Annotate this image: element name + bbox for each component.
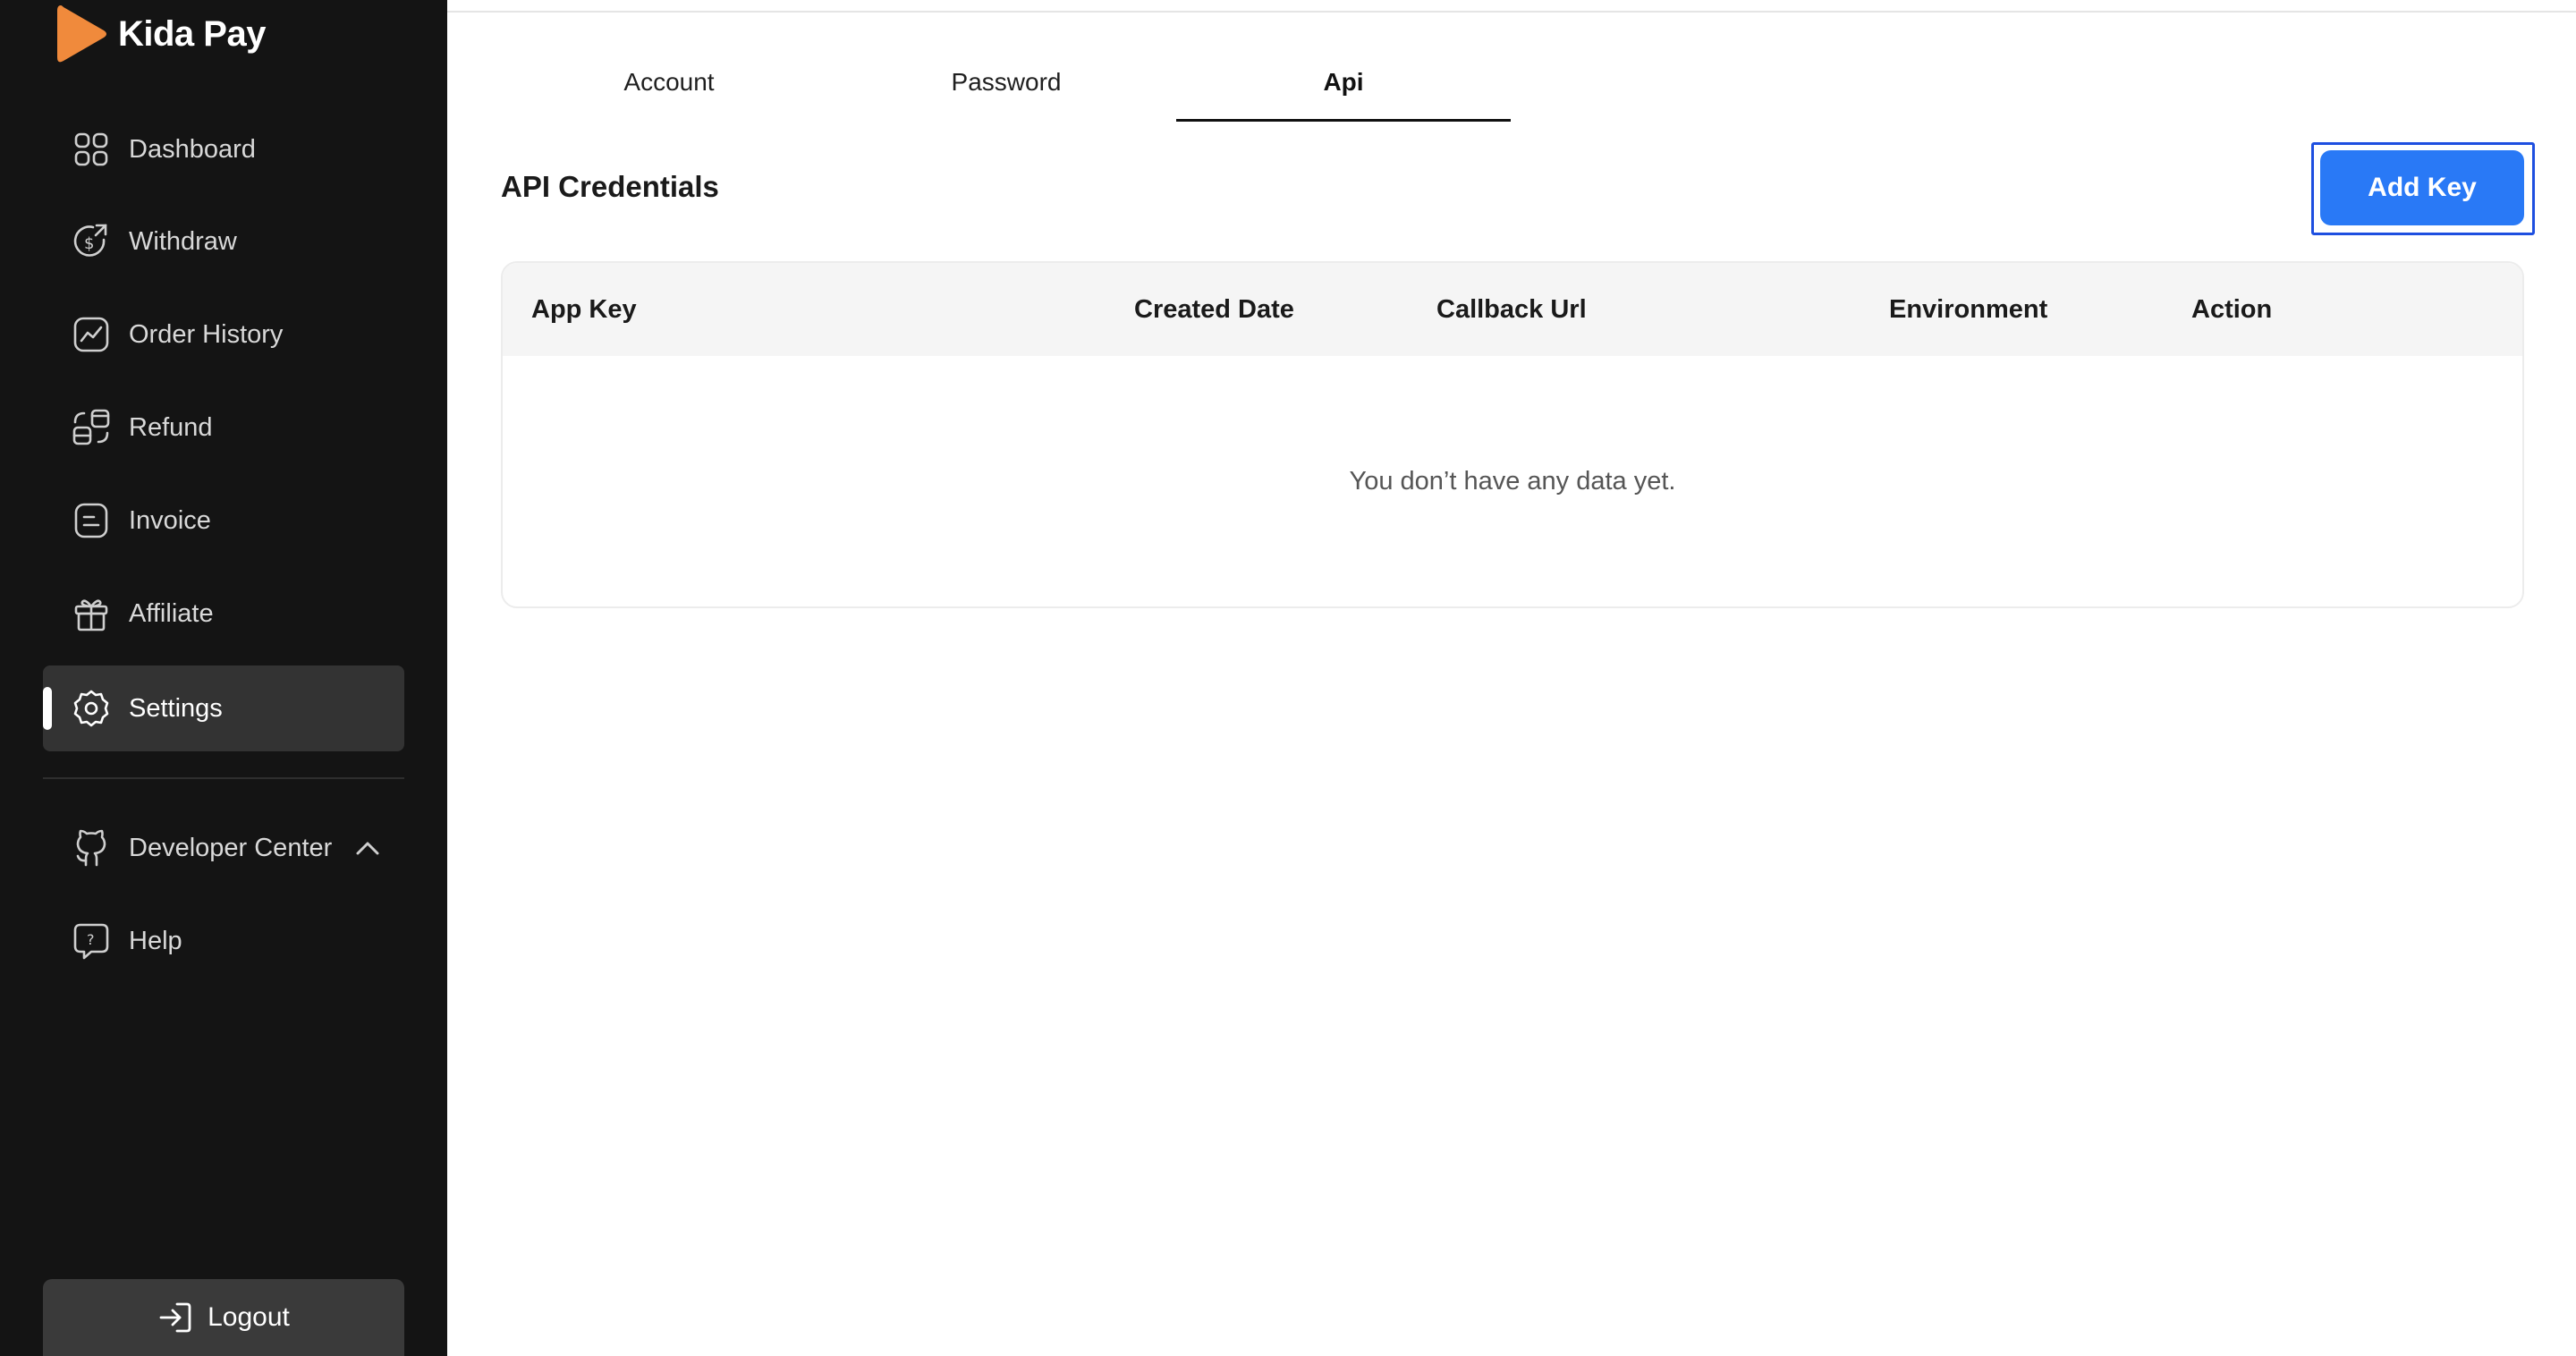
column-header-callback-url: Callback Url [1436, 294, 1587, 324]
svg-text:?: ? [87, 931, 95, 948]
sidebar-item-label: Affiliate [129, 598, 214, 628]
add-key-button[interactable]: Add Key [2320, 150, 2524, 225]
sidebar-item-withdraw[interactable]: $ Withdraw [43, 199, 404, 284]
sidebar-item-developer-center[interactable]: Developer Center [43, 805, 404, 891]
sidebar-item-label: Settings [129, 693, 223, 723]
page-title: API Credentials [501, 170, 719, 203]
kida-pay-logo-icon [57, 5, 106, 63]
sidebar-item-help[interactable]: ? Help [43, 898, 404, 984]
column-header-action: Action [2191, 294, 2273, 324]
tab-api[interactable]: Api [1176, 45, 1511, 122]
svg-text:$: $ [84, 234, 94, 253]
sidebar-item-settings[interactable]: Settings [43, 665, 404, 751]
dollar-arrow-icon: $ [70, 220, 113, 263]
tab-label: Password [951, 68, 1062, 96]
logout-label: Logout [208, 1302, 290, 1332]
column-header-environment: Environment [1889, 294, 2048, 324]
sidebar-item-invoice[interactable]: Invoice [43, 478, 404, 564]
sidebar: Kida Pay Dashboard $ Withdraw Order Hist… [0, 0, 447, 1356]
tab-account[interactable]: Account [502, 45, 836, 120]
brand-name: Kida Pay [118, 13, 266, 54]
tab-label: Api [1323, 68, 1364, 96]
sidebar-item-refund[interactable]: Refund [43, 385, 404, 470]
gift-icon [70, 592, 113, 635]
chart-line-icon [70, 313, 113, 356]
sidebar-item-affiliate[interactable]: Affiliate [43, 571, 404, 657]
sidebar-item-label: Withdraw [129, 226, 237, 256]
column-header-app-key: App Key [531, 294, 637, 324]
refund-icon [70, 406, 113, 449]
brand-logo[interactable]: Kida Pay [54, 0, 266, 68]
empty-state-text: You don’t have any data yet. [1349, 466, 1676, 496]
sidebar-item-label: Dashboard [129, 134, 256, 164]
grid-icon [70, 128, 113, 171]
login-arrow-icon [157, 1300, 193, 1335]
sidebar-item-label: Help [129, 926, 182, 955]
invoice-icon [70, 499, 113, 542]
sidebar-item-label: Invoice [129, 505, 211, 535]
tab-password[interactable]: Password [839, 45, 1174, 120]
api-credentials-table: App Key Created Date Callback Url Enviro… [501, 261, 2524, 608]
logout-button[interactable]: Logout [43, 1279, 404, 1356]
top-divider [447, 11, 2576, 13]
table-header: App Key Created Date Callback Url Enviro… [503, 263, 2522, 356]
help-bubble-icon: ? [70, 920, 113, 962]
sidebar-item-label: Refund [129, 412, 213, 442]
sidebar-item-label: Order History [129, 319, 284, 349]
sidebar-item-label: Developer Center [129, 833, 333, 862]
tab-label: Account [623, 68, 715, 96]
sidebar-item-order-history[interactable]: Order History [43, 292, 404, 377]
gear-icon [70, 687, 113, 730]
column-header-created-date: Created Date [1134, 294, 1294, 324]
sidebar-item-dashboard[interactable]: Dashboard [43, 106, 404, 192]
sidebar-divider [43, 777, 404, 779]
github-icon [70, 826, 113, 869]
app-root: Kida Pay Dashboard $ Withdraw Order Hist… [0, 0, 2576, 1356]
chevron-up-icon[interactable] [355, 840, 380, 856]
